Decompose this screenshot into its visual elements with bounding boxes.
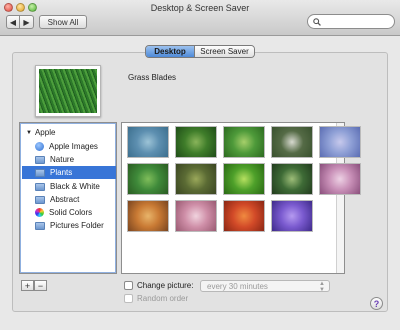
folder-icon: [35, 221, 45, 230]
random-order-label: Random order: [137, 294, 189, 303]
source-item-apple-images[interactable]: Apple Images: [22, 140, 116, 153]
source-item-label: Nature: [50, 155, 75, 164]
current-picture-name: Grass Blades: [128, 73, 177, 82]
tab-control: Desktop Screen Saver: [145, 45, 255, 58]
source-item-abstract[interactable]: Abstract: [22, 193, 116, 206]
source-item-label: Black & White: [50, 182, 100, 191]
picture-thumbnail[interactable]: [175, 163, 217, 195]
search-field[interactable]: [307, 14, 395, 29]
change-picture-label: Change picture:: [137, 281, 194, 290]
random-order-row: Random order: [124, 294, 188, 303]
picture-thumbnail[interactable]: [175, 126, 217, 158]
interval-value: every 30 minutes: [207, 281, 268, 291]
source-item-black-white[interactable]: Black & White: [22, 180, 116, 193]
picture-thumbnail[interactable]: [319, 126, 361, 158]
search-input[interactable]: [324, 17, 394, 26]
add-source-button[interactable]: +: [21, 280, 34, 291]
chevron-left-icon: ◀: [9, 17, 17, 27]
tab-screen-saver[interactable]: Screen Saver: [194, 46, 254, 57]
preferences-window: Desktop & Screen Saver ◀ ▶ Show All Desk…: [0, 0, 400, 330]
source-item-nature[interactable]: Nature: [22, 153, 116, 166]
folder-icon: [35, 182, 45, 191]
picture-thumbnail[interactable]: [271, 126, 313, 158]
help-button[interactable]: ?: [370, 297, 383, 310]
picture-thumbnail[interactable]: [127, 163, 169, 195]
back-button[interactable]: ◀: [6, 15, 20, 29]
source-group-apple[interactable]: ▼ Apple: [22, 126, 116, 139]
picture-thumbnail[interactable]: [175, 200, 217, 232]
disclosure-triangle-icon[interactable]: ▼: [26, 130, 32, 136]
search-icon: [313, 17, 321, 26]
picture-grid: [121, 122, 361, 274]
tab-desktop[interactable]: Desktop: [146, 46, 194, 57]
picture-thumbnail[interactable]: [127, 126, 169, 158]
folder-icon: [35, 195, 45, 204]
source-item-label: Solid Colors: [49, 208, 93, 217]
source-item-label: Pictures Folder: [50, 221, 104, 230]
popup-arrows-icon: ▲ ▼: [319, 281, 325, 293]
source-item-label: Plants: [50, 168, 73, 177]
random-order-checkbox[interactable]: [124, 294, 133, 303]
show-all-button[interactable]: Show All: [39, 15, 87, 29]
current-picture-image: [39, 69, 97, 113]
picture-thumbnail[interactable]: [223, 126, 265, 158]
source-item-plants[interactable]: Plants: [22, 166, 116, 179]
picture-thumbnail[interactable]: [271, 163, 313, 195]
picture-thumbnail[interactable]: [223, 200, 265, 232]
folder-icon: [35, 168, 45, 177]
picture-thumbnail[interactable]: [271, 200, 313, 232]
title-bar: Desktop & Screen Saver ◀ ▶ Show All: [0, 0, 400, 36]
source-list: ▼ Apple Apple Images Nature Plants Black…: [19, 122, 117, 274]
source-item-label: Abstract: [50, 195, 80, 204]
interval-popup[interactable]: every 30 minutes ▲ ▼: [200, 280, 330, 293]
change-picture-checkbox[interactable]: [124, 281, 133, 290]
source-group-label: Apple: [34, 128, 56, 137]
color-wheel-icon: [35, 208, 44, 217]
current-picture-preview: [35, 65, 101, 117]
source-item-pictures-folder[interactable]: Pictures Folder: [22, 219, 116, 232]
change-picture-row: Change picture:: [124, 281, 193, 290]
picture-thumbnail[interactable]: [127, 200, 169, 232]
picture-thumbnail[interactable]: [223, 163, 265, 195]
window-title: Desktop & Screen Saver: [150, 3, 250, 13]
apple-images-icon: [35, 142, 44, 151]
picture-thumbnail[interactable]: [319, 163, 361, 195]
forward-button[interactable]: ▶: [20, 15, 34, 29]
source-item-label: Apple Images: [49, 142, 98, 151]
folder-icon: [35, 155, 45, 164]
remove-source-button[interactable]: −: [34, 280, 47, 291]
chevron-right-icon: ▶: [23, 17, 30, 27]
source-item-solid-colors[interactable]: Solid Colors: [22, 206, 116, 219]
